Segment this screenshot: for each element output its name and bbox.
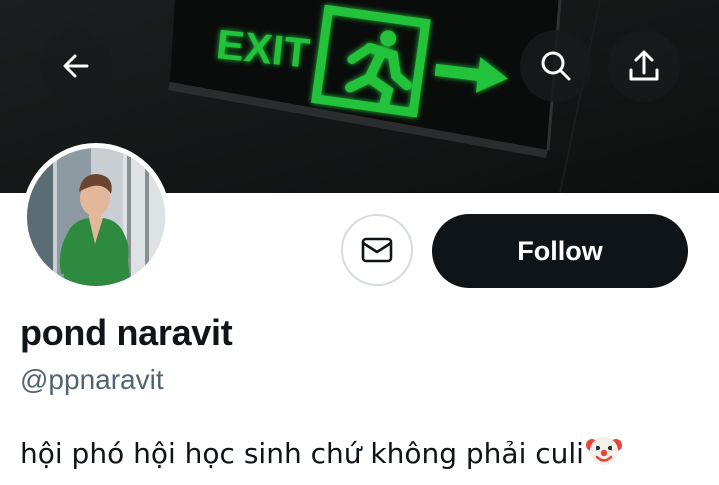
bio-text: hội phó hội học sinh chứ không phải culi <box>20 437 584 470</box>
share-button[interactable] <box>608 30 680 102</box>
avatar[interactable] <box>22 143 170 291</box>
share-upload-icon <box>629 50 659 81</box>
clown-face-icon <box>585 432 622 475</box>
follow-button[interactable]: Follow <box>432 214 688 288</box>
avatar-image <box>27 148 165 286</box>
display-name: pond naravit <box>20 312 233 353</box>
envelope-icon <box>361 237 393 263</box>
message-button[interactable] <box>341 214 413 286</box>
back-button[interactable] <box>40 30 112 102</box>
user-handle: @ppnaravit <box>20 364 164 395</box>
search-button[interactable] <box>520 30 592 102</box>
exit-sign-text: EXIT <box>214 20 312 77</box>
profile-bio: hội phó hội học sinh chứ không phải culi <box>20 432 622 475</box>
search-icon <box>541 51 571 81</box>
arrow-left-icon <box>63 54 89 78</box>
